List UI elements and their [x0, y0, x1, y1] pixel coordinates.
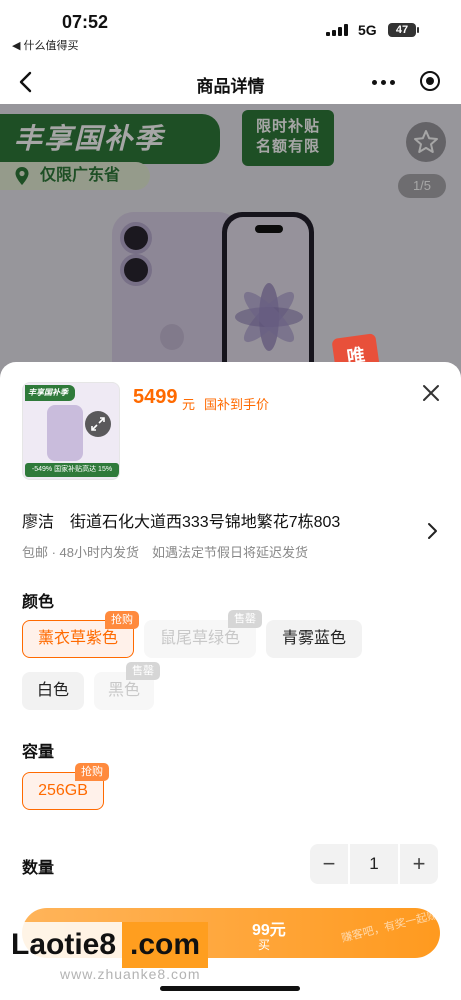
home-indicator[interactable]	[160, 986, 300, 991]
color-option-mist-blue[interactable]: 青雾蓝色	[266, 620, 362, 658]
shipping-info: 包邮 · 48小时内发货 如遇法定节假日将延迟发货	[22, 545, 309, 560]
quantity-input[interactable]: 1	[348, 844, 400, 884]
thumb-phone-image	[47, 405, 83, 461]
quantity-label: 数量	[22, 860, 55, 877]
capacity-option-256gb[interactable]: 256GB 抢购	[22, 763, 109, 810]
thumb-promo-title: 丰享国补季	[25, 385, 75, 401]
shipping-address[interactable]: 廖洁 街道石化大道西333号锦地繁花7栋803	[22, 508, 340, 532]
sku-thumbnail[interactable]: 丰享国补季 -549% 国家补贴高达 15%	[22, 382, 120, 480]
color-option-label: 黑色	[107, 682, 140, 699]
rush-buy-badge: 抢购	[105, 611, 139, 629]
price-tag: 国补到手价	[204, 397, 270, 412]
expand-icon	[91, 417, 105, 431]
battery-icon: 47	[388, 23, 419, 37]
increment-button[interactable]: +	[400, 844, 438, 884]
color-option-label: 薰衣草紫色	[37, 630, 118, 647]
sold-out-badge: 售罄	[126, 662, 160, 680]
quantity-stepper: − 1 +	[310, 844, 438, 884]
color-option-lavender[interactable]: 薰衣草紫色 抢购	[22, 611, 139, 658]
color-option-black[interactable]: 黑色 售罄	[94, 662, 160, 710]
miniprogram-close-icon[interactable]	[420, 71, 440, 91]
rush-buy-badge: 抢购	[75, 763, 109, 781]
close-icon[interactable]	[422, 384, 440, 402]
sku-selector-sheet: 丰享国补季 -549% 国家补贴高达 15% 5499 元 国补到手价 廖洁 街…	[0, 362, 461, 1000]
color-option-label: 白色	[36, 682, 69, 699]
status-time: 07:52	[62, 12, 109, 32]
decrement-button[interactable]: −	[310, 844, 348, 884]
chevron-right-icon[interactable]	[426, 522, 438, 540]
sku-price: 5499	[133, 386, 178, 408]
price-unit: 元	[182, 397, 196, 412]
color-option-white[interactable]: 白色	[22, 672, 84, 710]
color-option-label: 青雾蓝色	[281, 630, 346, 647]
capacity-section-label: 容量	[22, 744, 55, 761]
status-bar: 07:52 ◀ 什么值得买 5G 47	[0, 0, 461, 60]
color-option-label: 鼠尾草绿色	[159, 630, 240, 647]
sold-out-badge: 售罄	[228, 610, 262, 628]
modal-overlay[interactable]	[0, 104, 461, 384]
expand-image-button[interactable]	[85, 411, 111, 437]
watermark-domain: .com	[122, 922, 209, 968]
nav-bar: 商品详情	[0, 60, 461, 104]
back-to-app-link[interactable]: ◀ 什么值得买	[12, 37, 79, 53]
capacity-option-label: 256GB	[38, 782, 88, 799]
color-option-sage-green[interactable]: 鼠尾草绿色 售罄	[144, 610, 262, 658]
more-icon[interactable]	[372, 80, 396, 86]
site-watermark: Laotie8 .com	[5, 922, 209, 968]
thumb-subsidy-banner: -549% 国家补贴高达 15%	[25, 463, 119, 477]
color-section-label: 颜色	[22, 594, 55, 611]
faint-watermark: 赚客吧，有奖一起赚	[340, 909, 440, 945]
buy-button-label: 买	[258, 938, 271, 952]
watermark-url: www.zhuanke8.com	[60, 966, 201, 982]
product-image-carousel[interactable]: 丰享国补季 仅限广东省 限时补贴 名额有限 1/5 唯	[0, 104, 461, 384]
signal-icon	[326, 24, 350, 36]
network-type: 5G	[358, 22, 377, 38]
watermark-name: Laotie8	[5, 922, 123, 968]
